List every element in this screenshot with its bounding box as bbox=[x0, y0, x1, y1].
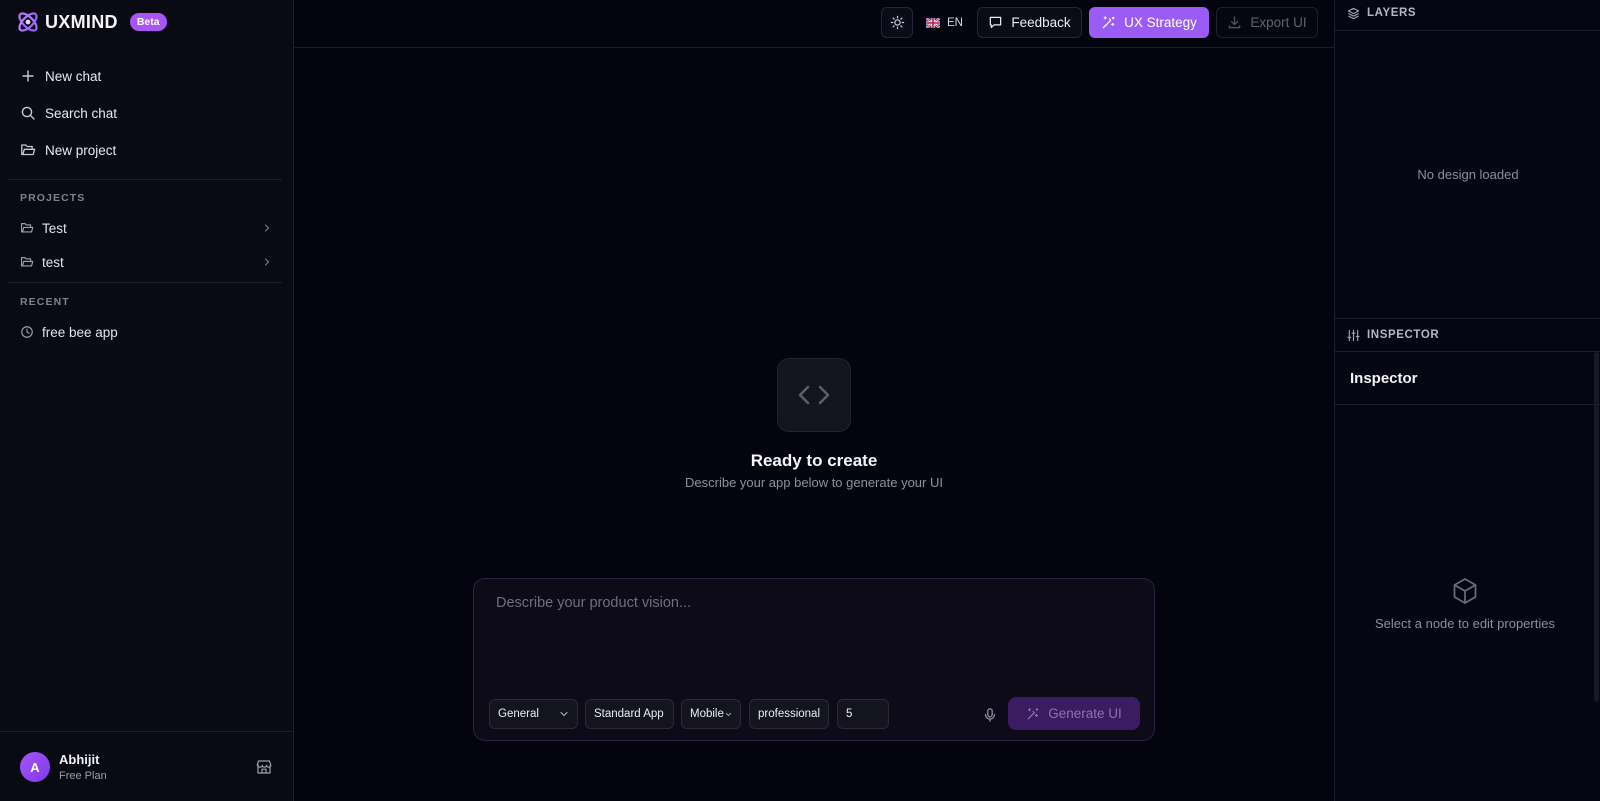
tone-select[interactable]: professional bbox=[749, 699, 829, 729]
layers-header: LAYERS bbox=[1347, 5, 1416, 21]
empty-state-title: Ready to create bbox=[750, 451, 878, 470]
feedback-button[interactable]: Feedback bbox=[977, 7, 1082, 38]
folder-open-icon bbox=[20, 142, 36, 158]
inspector-empty-hint: Select a node to edit properties bbox=[1375, 616, 1555, 631]
no-design-message: No design loaded bbox=[1417, 167, 1519, 182]
inspector-header-label: INSPECTOR bbox=[1367, 329, 1440, 341]
code-icon-tile bbox=[777, 358, 851, 432]
divider bbox=[1335, 30, 1600, 31]
beta-badge: Beta bbox=[129, 13, 167, 31]
project-label: test bbox=[42, 254, 64, 270]
user-plan: Free Plan bbox=[59, 770, 107, 782]
clock-icon bbox=[20, 325, 34, 339]
inspector-header: INSPECTOR bbox=[1347, 327, 1439, 343]
category-value: General bbox=[498, 708, 539, 720]
feedback-label: Feedback bbox=[1011, 15, 1071, 30]
prompt-input[interactable] bbox=[496, 595, 1126, 675]
layers-label: LAYERS bbox=[1367, 7, 1417, 19]
prompt-composer: General Standard App Mobile professional… bbox=[473, 578, 1155, 741]
category-select[interactable]: General bbox=[489, 699, 578, 729]
right-panel: LAYERS No design loaded INSPECTOR Inspec… bbox=[1334, 0, 1600, 801]
language-label: EN bbox=[947, 16, 963, 29]
projects-heading: PROJECTS bbox=[20, 192, 86, 204]
chevron-right-icon bbox=[262, 223, 272, 233]
topbar-divider bbox=[294, 47, 1334, 48]
divider bbox=[0, 731, 294, 732]
language-selector[interactable]: EN bbox=[926, 7, 963, 38]
box-icon bbox=[1450, 576, 1480, 606]
sidebar: UXMIND Beta New chat Search chat New pro… bbox=[0, 0, 294, 801]
generate-ui-label: Generate UI bbox=[1048, 706, 1122, 721]
chevron-down-icon bbox=[725, 711, 732, 718]
search-chat-label: Search chat bbox=[45, 105, 118, 121]
uk-flag-icon bbox=[926, 17, 940, 28]
app-type-select[interactable]: Standard App bbox=[585, 699, 674, 729]
platform-select[interactable]: Mobile bbox=[681, 699, 741, 729]
new-project-button[interactable]: New project bbox=[20, 138, 116, 162]
divider bbox=[1335, 318, 1600, 319]
ux-strategy-button[interactable]: UX Strategy bbox=[1089, 7, 1209, 38]
sun-icon bbox=[890, 15, 905, 30]
new-chat-label: New chat bbox=[45, 68, 102, 84]
brand[interactable]: UXMIND Beta bbox=[15, 9, 167, 35]
screen-count-value: 5 bbox=[846, 708, 853, 720]
export-ui-label: Export UI bbox=[1250, 15, 1307, 30]
app-type-value: Standard App bbox=[594, 708, 664, 720]
sliders-icon bbox=[1347, 329, 1360, 342]
theme-toggle-button[interactable] bbox=[881, 7, 913, 38]
recent-item-free-bee-app[interactable]: free bee app bbox=[20, 320, 272, 344]
microphone-icon[interactable] bbox=[982, 707, 998, 723]
download-icon bbox=[1227, 15, 1242, 30]
search-icon bbox=[20, 105, 36, 121]
divider bbox=[1335, 351, 1600, 352]
folder-icon bbox=[20, 221, 34, 235]
plus-icon bbox=[20, 68, 36, 84]
project-item-test-lower[interactable]: test bbox=[20, 250, 272, 274]
message-square-icon bbox=[988, 15, 1003, 30]
uxmind-logo-icon bbox=[15, 9, 41, 35]
ux-strategy-label: UX Strategy bbox=[1124, 15, 1197, 30]
recent-label: free bee app bbox=[42, 324, 118, 340]
chevron-right-icon bbox=[262, 257, 272, 267]
platform-value: Mobile bbox=[690, 708, 724, 720]
new-project-label: New project bbox=[45, 142, 117, 158]
divider bbox=[8, 282, 282, 283]
folder-icon bbox=[20, 255, 34, 269]
new-chat-button[interactable]: New chat bbox=[20, 64, 101, 88]
store-icon[interactable] bbox=[255, 758, 273, 776]
avatar[interactable]: A bbox=[20, 752, 50, 782]
export-ui-button[interactable]: Export UI bbox=[1216, 7, 1318, 38]
brand-name: UXMIND bbox=[45, 11, 118, 32]
generate-ui-button[interactable]: Generate UI bbox=[1008, 697, 1140, 730]
divider bbox=[1335, 404, 1600, 405]
tone-value: professional bbox=[758, 708, 821, 720]
project-label: Test bbox=[42, 220, 67, 236]
screen-count-input[interactable]: 5 bbox=[837, 699, 889, 729]
sparkles-icon bbox=[1026, 707, 1040, 721]
inspector-scrollbar[interactable] bbox=[1594, 352, 1599, 702]
code-icon bbox=[795, 376, 833, 414]
chevron-down-icon bbox=[559, 709, 569, 719]
user-name: Abhijit bbox=[59, 752, 100, 767]
recent-heading: RECENT bbox=[20, 296, 70, 308]
inspector-title: Inspector bbox=[1350, 370, 1418, 387]
empty-state-subtitle: Describe your app below to generate your… bbox=[685, 475, 943, 490]
search-chat-button[interactable]: Search chat bbox=[20, 101, 117, 125]
project-item-test[interactable]: Test bbox=[20, 216, 272, 240]
divider bbox=[8, 179, 282, 180]
magic-wand-icon bbox=[1101, 15, 1116, 30]
layers-icon bbox=[1347, 7, 1360, 20]
